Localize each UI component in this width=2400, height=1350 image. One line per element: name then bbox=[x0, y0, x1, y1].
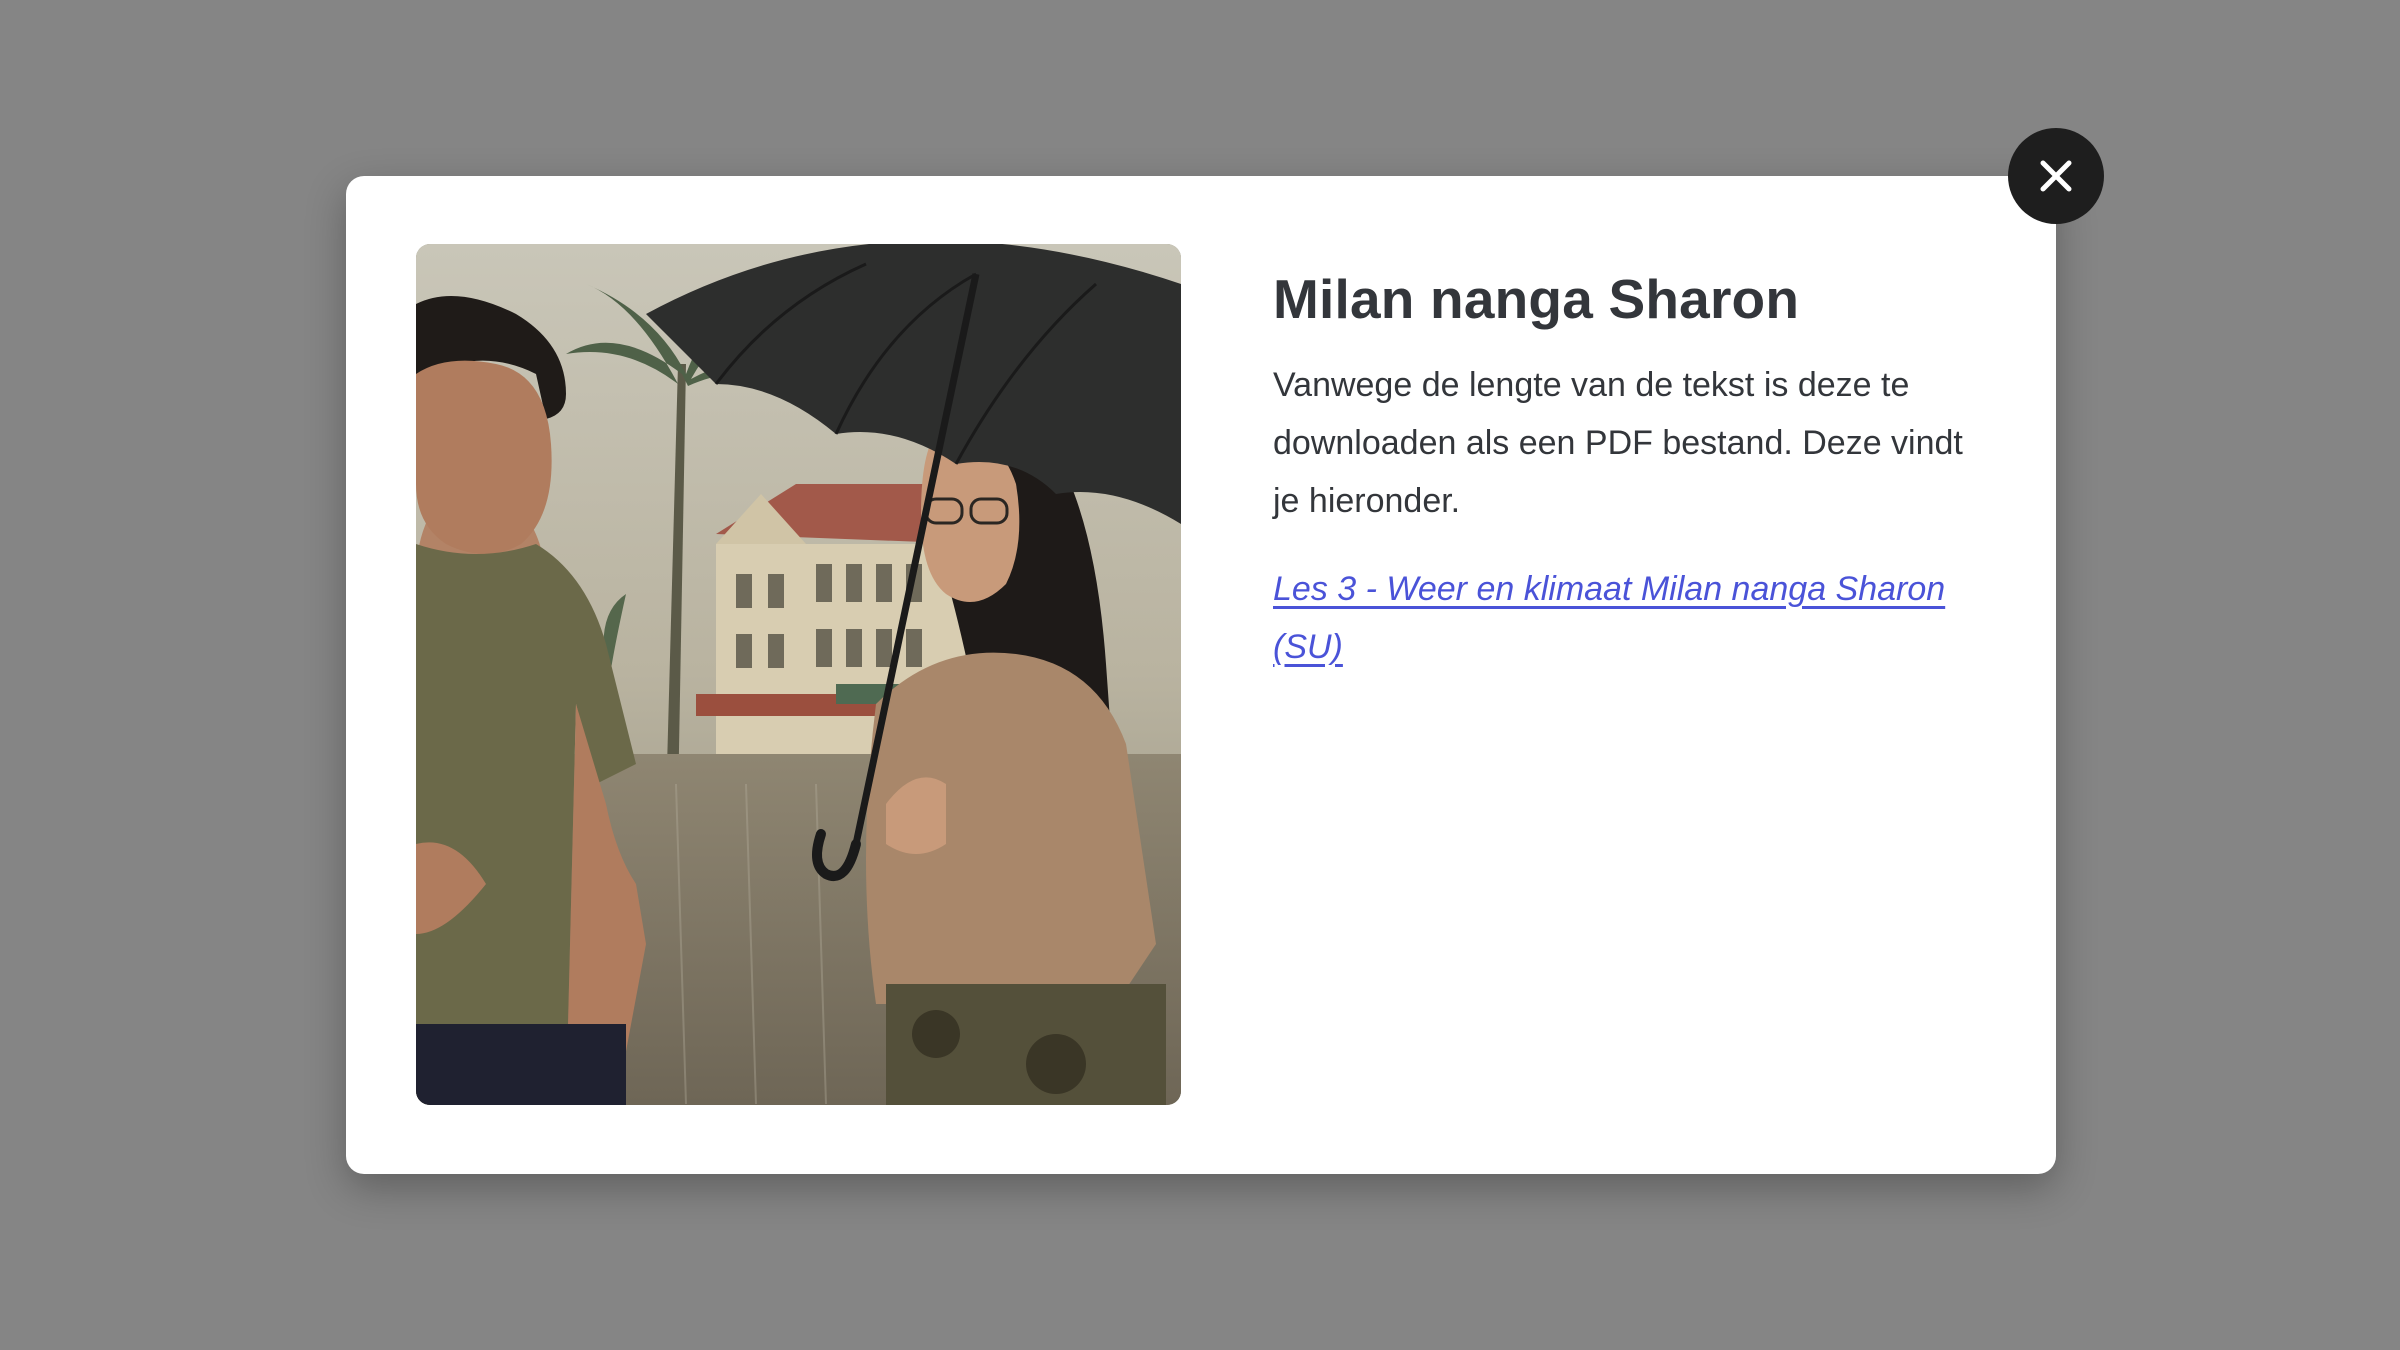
close-button[interactable] bbox=[2008, 128, 2104, 224]
modal-content: Milan nanga Sharon Vanwege de lengte van… bbox=[1273, 266, 1993, 676]
lesson-photo bbox=[416, 244, 1181, 1105]
pdf-download-link[interactable]: Les 3 - Weer en klimaat Milan nanga Shar… bbox=[1273, 560, 1993, 676]
modal-title: Milan nanga Sharon bbox=[1273, 268, 1800, 330]
close-icon bbox=[2040, 160, 2072, 192]
rain-street-illustration bbox=[416, 244, 1181, 1105]
modal-dialog: Milan nanga Sharon Vanwege de lengte van… bbox=[346, 176, 2056, 1174]
modal-description: Vanwege de lengte van de tekst is deze t… bbox=[1273, 366, 1963, 520]
